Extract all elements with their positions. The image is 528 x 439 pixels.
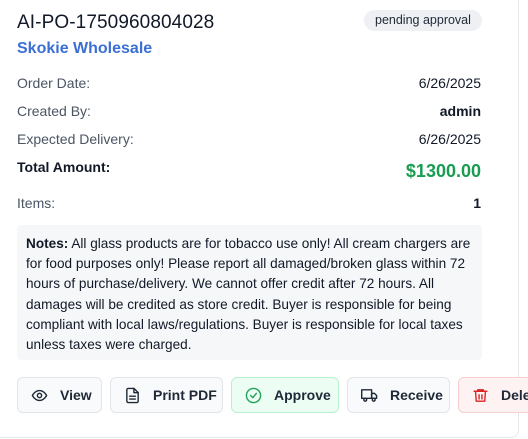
created-by-label: Created By: <box>17 103 91 119</box>
delete-button[interactable]: Delete <box>458 377 528 413</box>
notes-box: Notes: All glass products are for tobacc… <box>17 225 482 360</box>
notes-text: All glass products are for tobacco use o… <box>26 236 471 353</box>
items-count: 1 <box>473 195 481 211</box>
supplier-name[interactable]: Skokie Wholesale <box>17 40 152 58</box>
created-by-value: admin <box>439 103 481 119</box>
approve-button-label: Approve <box>274 387 331 403</box>
purchase-order-card: AI-PO-1750960804028 pending approval Sko… <box>0 0 528 438</box>
eye-icon <box>31 387 48 404</box>
truck-icon <box>361 387 378 404</box>
order-date-value: 6/26/2025 <box>418 75 481 91</box>
approve-button[interactable]: Approve <box>231 377 339 413</box>
view-button-label: View <box>60 387 92 403</box>
document-icon <box>124 387 141 404</box>
receive-button-label: Receive <box>390 387 443 403</box>
total-amount-value: $1300.00 <box>405 161 481 181</box>
expected-delivery-value: 6/26/2025 <box>418 131 481 147</box>
check-circle-icon <box>245 387 262 404</box>
notes-label: Notes: <box>26 236 69 251</box>
expected-delivery-label: Expected Delivery: <box>17 131 134 147</box>
trash-icon <box>472 387 489 404</box>
view-button[interactable]: View <box>17 377 102 413</box>
status-badge: pending approval <box>364 10 482 31</box>
order-date-label: Order Date: <box>17 75 91 91</box>
print-pdf-button-label: Print PDF <box>153 387 217 403</box>
print-pdf-button[interactable]: Print PDF <box>110 377 223 413</box>
delete-button-label: Delete <box>501 387 528 403</box>
receive-button[interactable]: Receive <box>347 377 450 413</box>
total-amount-label: Total Amount: <box>17 159 111 175</box>
items-label: Items: <box>17 195 56 211</box>
po-number: AI-PO-1750960804028 <box>17 12 215 33</box>
